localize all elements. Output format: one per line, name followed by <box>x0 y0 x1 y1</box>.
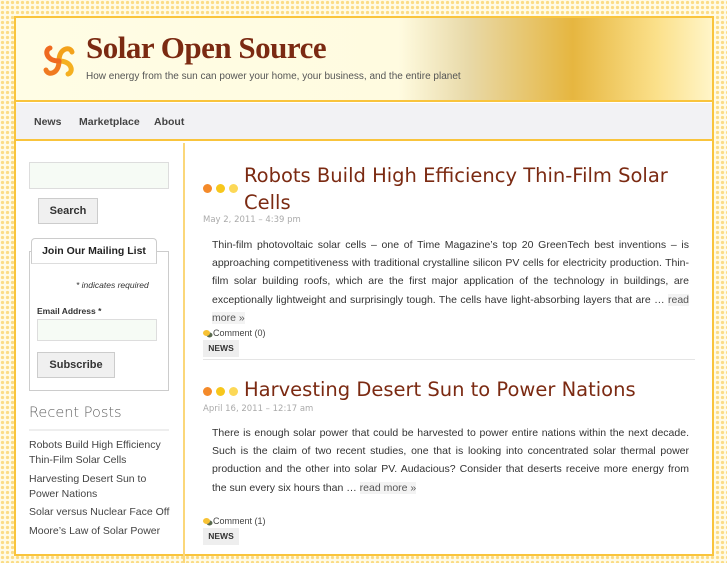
post-date: May 2, 2011 – 4:39 pm <box>203 215 301 225</box>
subscribe-button[interactable]: Subscribe <box>37 352 115 378</box>
category-tag[interactable]: NEWS <box>203 340 239 357</box>
required-note: * indicates required <box>76 280 149 290</box>
dots-icon <box>203 184 241 194</box>
post-excerpt: Thin-film photovoltaic solar cells – one… <box>212 239 689 324</box>
read-more-link[interactable]: read more » <box>359 481 417 494</box>
nav-marketplace[interactable]: Marketplace <box>79 116 140 128</box>
recent-post-link[interactable]: Robots Build High Efficiency Thin-Film S… <box>29 438 174 467</box>
site-tagline: How energy from the sun can power your h… <box>86 71 461 82</box>
main-nav: News Marketplace About <box>16 103 712 141</box>
divider <box>203 359 695 360</box>
comments-link[interactable]: Comment (1) <box>203 516 266 526</box>
site-header: Solar Open Source How energy from the su… <box>16 18 712 102</box>
recent-posts-heading: Recent Posts <box>29 405 122 421</box>
sun-swirl-logo-icon[interactable] <box>34 36 84 86</box>
comment-icon <box>203 330 210 336</box>
comment-icon <box>203 518 210 524</box>
nav-about[interactable]: About <box>154 116 184 128</box>
nav-news[interactable]: News <box>34 116 61 128</box>
search-button[interactable]: Search <box>38 198 98 224</box>
recent-post-link[interactable]: Solar versus Nuclear Face Off <box>29 505 174 520</box>
post-title[interactable]: Harvesting Desert Sun to Power Nations <box>244 376 694 403</box>
post-date: April 16, 2011 – 12:17 am <box>203 404 314 414</box>
site-title[interactable]: Solar Open Source <box>86 30 327 66</box>
comments-link[interactable]: Comment (0) <box>203 328 266 338</box>
email-field[interactable] <box>37 319 157 341</box>
post-title[interactable]: Robots Build High Efficiency Thin-Film S… <box>244 162 694 216</box>
dots-icon <box>203 387 241 397</box>
email-label: Email Address * <box>37 306 102 316</box>
recent-post-link[interactable]: Harvesting Desert Sun to Power Nations <box>29 472 174 501</box>
post-excerpt: There is enough solar power that could b… <box>212 427 689 494</box>
divider <box>29 429 169 431</box>
recent-post-link[interactable]: Moore’s Law of Solar Power <box>29 524 174 539</box>
category-tag[interactable]: NEWS <box>203 528 239 545</box>
mailing-list-legend: Join Our Mailing List <box>31 238 157 264</box>
sidebar: Search Join Our Mailing List * indicates… <box>16 143 185 563</box>
page-container: Solar Open Source How energy from the su… <box>14 16 714 563</box>
search-input[interactable] <box>29 162 169 189</box>
